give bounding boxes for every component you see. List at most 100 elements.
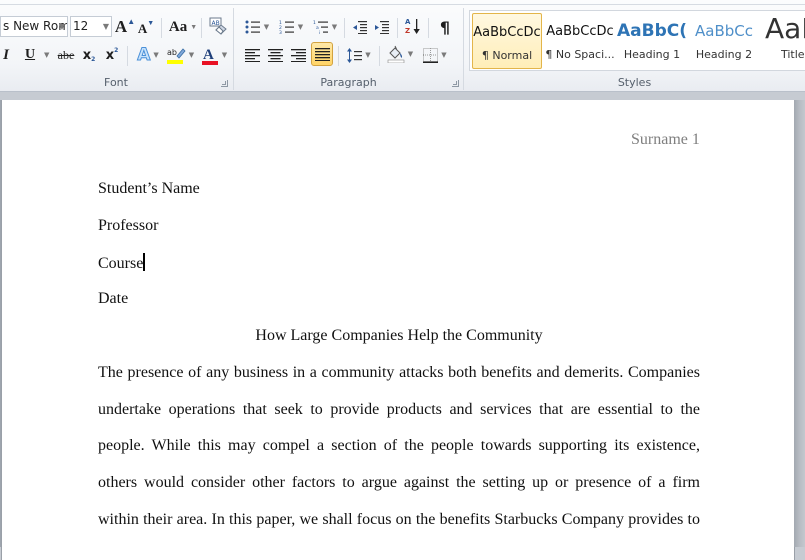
paragraph-group: ▼ 1 2 3 ▼ 1 a i ▼ A Z ¶ ▼ ▼ ▼ Paragraph xyxy=(234,6,463,92)
date-line: Date xyxy=(98,290,129,307)
justify-button[interactable] xyxy=(311,42,333,66)
style-heading-1[interactable]: AaBbC( Heading 1 xyxy=(617,13,687,69)
style-name: Heading 1 xyxy=(623,48,681,61)
highlight-button[interactable]: ab ▼ xyxy=(164,44,196,66)
increase-indent-button[interactable] xyxy=(372,16,392,38)
line-spacing-button[interactable]: ▼ xyxy=(344,44,374,66)
paragraph-group-label: Paragraph xyxy=(320,76,377,89)
bullet-list-icon xyxy=(245,20,260,34)
style-heading-2[interactable]: AaBbCc Heading 2 xyxy=(689,13,759,69)
font-color-icon: A xyxy=(201,47,218,65)
style-name: ¶ No Spaci... xyxy=(545,48,615,61)
paragraph-line: others would consider other factors to a… xyxy=(98,474,700,491)
chevron-down-icon[interactable]: ▼ xyxy=(59,17,65,36)
document-area: Surname 1 Student’s Name Professor Cours… xyxy=(0,92,805,560)
underline-button[interactable]: U xyxy=(22,44,38,66)
change-case-button[interactable]: Aa ▼ xyxy=(168,16,198,38)
font-dialog-launcher-icon[interactable] xyxy=(221,80,228,87)
superscript-2-icon: 2 xyxy=(114,46,119,54)
sort-az-icon: A Z xyxy=(405,18,420,35)
chevron-down-icon: ▼ xyxy=(365,51,371,59)
shrink-font-button[interactable]: A ▼ xyxy=(137,18,155,40)
divider xyxy=(201,18,202,38)
page-header: Surname 1 xyxy=(631,131,700,148)
show-formatting-marks-button[interactable]: ¶ xyxy=(434,16,456,38)
svg-text:3: 3 xyxy=(279,30,282,34)
svg-text:AB: AB xyxy=(212,20,220,27)
change-case-icon: Aa xyxy=(168,18,188,35)
paragraph-line: The presence of any business in a commun… xyxy=(98,364,700,381)
shrink-font-icon: A xyxy=(137,21,148,36)
superscript-button[interactable]: x2 xyxy=(104,44,120,66)
sort-button[interactable]: A Z xyxy=(402,15,424,37)
bullets-button[interactable]: ▼ xyxy=(242,16,272,38)
paragraph-line: within their area. In this paper, we sha… xyxy=(98,511,700,528)
text-effects-button[interactable]: A ▼ xyxy=(134,44,162,66)
shading-button[interactable]: ▼ xyxy=(384,43,416,65)
style-normal[interactable]: AaBbCcDc ¶ Normal xyxy=(472,13,542,69)
ribbon-top-border xyxy=(0,4,805,5)
grow-font-button[interactable]: A ▲ xyxy=(115,16,135,38)
subscript-icon: x xyxy=(82,47,92,63)
essay-title: How Large Companies Help the Community xyxy=(255,327,543,344)
style-sample: AaBbC( xyxy=(617,21,687,41)
chevron-down-icon: ▼ xyxy=(188,51,195,59)
subscript-2-icon: 2 xyxy=(91,55,96,63)
borders-button[interactable]: ▼ xyxy=(419,44,451,66)
chevron-down-icon[interactable]: ▼ xyxy=(103,17,109,36)
chevron-down-icon: ▼ xyxy=(263,23,270,31)
multilevel-list-icon: 1 a i xyxy=(313,20,328,34)
style-name: ¶ Normal xyxy=(481,49,533,62)
grow-font-icon: A xyxy=(114,17,128,36)
course-line: Course xyxy=(98,253,146,273)
numbering-button[interactable]: 1 2 3 ▼ xyxy=(276,16,306,38)
align-left-button[interactable] xyxy=(242,44,262,66)
text-cursor xyxy=(143,253,146,271)
underline-dropdown-icon[interactable]: ▼ xyxy=(44,51,49,59)
style-sample: AaI xyxy=(765,12,805,45)
decrease-indent-button[interactable] xyxy=(350,16,370,38)
font-name-combo[interactable]: s New Rom ▼ xyxy=(0,16,68,37)
svg-text:A: A xyxy=(405,18,411,26)
clear-formatting-icon: AB xyxy=(209,17,227,35)
divider xyxy=(379,46,380,66)
page-right-shadow xyxy=(794,100,805,547)
subscript-button[interactable]: x2 xyxy=(81,44,97,66)
chevron-down-icon: ▼ xyxy=(297,23,304,31)
divider xyxy=(161,18,162,38)
document-page[interactable]: Surname 1 Student’s Name Professor Cours… xyxy=(2,100,794,560)
chevron-down-icon: ▼ xyxy=(331,23,338,31)
strikethrough-button[interactable]: abe xyxy=(55,44,77,66)
style-title[interactable]: AaI Title xyxy=(763,12,805,69)
svg-text:A: A xyxy=(203,47,214,63)
align-center-button[interactable] xyxy=(265,44,285,66)
numbered-list-icon: 1 2 3 xyxy=(279,20,294,34)
multilevel-list-button[interactable]: 1 a i ▼ xyxy=(310,16,340,38)
divider xyxy=(338,46,339,66)
clear-formatting-button[interactable]: AB xyxy=(207,15,229,37)
highlight-color-swatch xyxy=(166,60,183,64)
caret-up-icon: ▲ xyxy=(127,16,136,26)
chevron-down-icon: ▼ xyxy=(441,51,447,59)
paragraph-line: people. While this may compel a section … xyxy=(98,437,700,454)
chevron-down-icon: ▼ xyxy=(190,23,198,31)
course-text: Course xyxy=(98,255,144,272)
font-color-button[interactable]: A ▼ xyxy=(199,44,229,66)
professor-line: Professor xyxy=(98,217,159,234)
italic-button[interactable]: I xyxy=(0,44,12,66)
styles-gallery: AaBbCcDc ¶ Normal AaBbCcDc ¶ No Spaci...… xyxy=(469,10,805,71)
ribbon: s New Rom ▼ 12 ▼ A ▲ A ▼ Aa ▼ AB I U ▼ a… xyxy=(0,0,805,92)
style-name: Title xyxy=(781,48,805,61)
underline-icon: U xyxy=(24,47,36,62)
highlighter-icon: ab xyxy=(166,48,186,64)
align-right-button[interactable] xyxy=(288,44,308,66)
divider xyxy=(428,18,429,38)
style-sample: AaBbCcDc xyxy=(473,25,541,40)
pilcrow-icon: ¶ xyxy=(439,17,451,37)
chevron-down-icon: ▼ xyxy=(221,51,228,59)
divider xyxy=(344,18,345,38)
style-no-spacing[interactable]: AaBbCcDc ¶ No Spaci... xyxy=(545,13,615,69)
paragraph-dialog-launcher-icon[interactable] xyxy=(452,80,459,87)
style-sample: AaBbCc xyxy=(695,22,753,40)
font-size-combo[interactable]: 12 ▼ xyxy=(70,16,112,37)
